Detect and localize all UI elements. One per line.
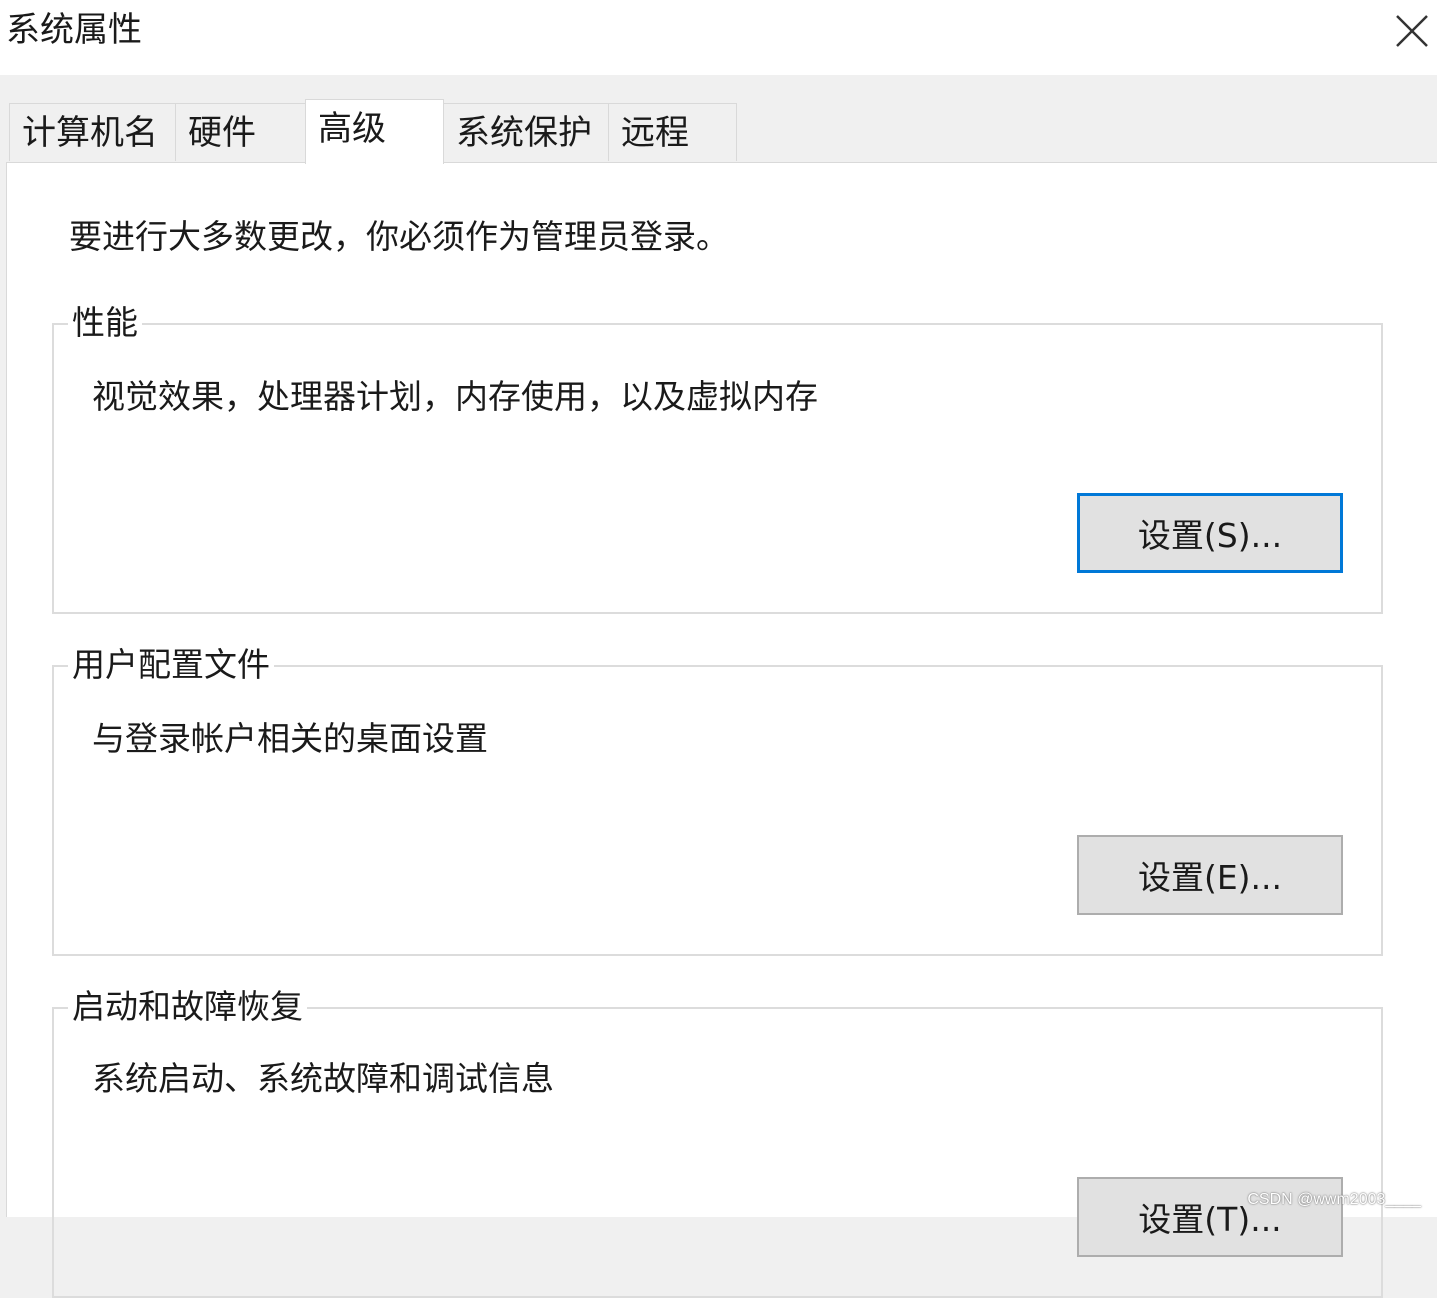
user-profiles-group: 用户配置文件 与登录帐户相关的桌面设置 设置(E)... xyxy=(52,643,1383,956)
advanced-tab-panel: 要进行大多数更改，你必须作为管理员登录。 性能 视觉效果，处理器计划，内存使用，… xyxy=(6,162,1437,1298)
startup-recovery-group: 启动和故障恢复 系统启动、系统故障和调试信息 设置(T)... xyxy=(52,985,1383,1298)
tab-remote[interactable]: 远程 xyxy=(608,103,737,161)
performance-settings-button[interactable]: 设置(S)... xyxy=(1077,493,1343,573)
performance-description: 视觉效果，处理器计划，内存使用，以及虚拟内存 xyxy=(92,377,818,416)
user-profiles-description: 与登录帐户相关的桌面设置 xyxy=(92,719,488,758)
tab-computer-name[interactable]: 计算机名 xyxy=(9,103,176,161)
startup-recovery-legend: 启动和故障恢复 xyxy=(68,985,307,1029)
close-button[interactable] xyxy=(1387,2,1437,60)
window-title: 系统属性 xyxy=(6,10,142,50)
user-profiles-settings-button[interactable]: 设置(E)... xyxy=(1077,835,1343,915)
admin-notice: 要进行大多数更改，你必须作为管理员登录。 xyxy=(69,217,729,256)
startup-recovery-settings-button[interactable]: 设置(T)... xyxy=(1077,1177,1343,1257)
tab-advanced[interactable]: 高级 xyxy=(305,99,444,164)
performance-group: 性能 视觉效果，处理器计划，内存使用，以及虚拟内存 设置(S)... xyxy=(52,301,1383,614)
user-profiles-legend: 用户配置文件 xyxy=(68,643,274,687)
watermark: CSDN @wwm2003____ xyxy=(1247,1191,1421,1208)
close-icon xyxy=(1396,15,1428,47)
tab-hardware[interactable]: 硬件 xyxy=(175,103,306,161)
tab-strip: 计算机名 硬件 高级 系统保护 远程 xyxy=(0,75,1437,164)
startup-recovery-description: 系统启动、系统故障和调试信息 xyxy=(92,1059,554,1098)
title-bar: 系统属性 xyxy=(0,0,1437,75)
tab-system-protection[interactable]: 系统保护 xyxy=(443,103,609,161)
performance-legend: 性能 xyxy=(68,301,142,345)
